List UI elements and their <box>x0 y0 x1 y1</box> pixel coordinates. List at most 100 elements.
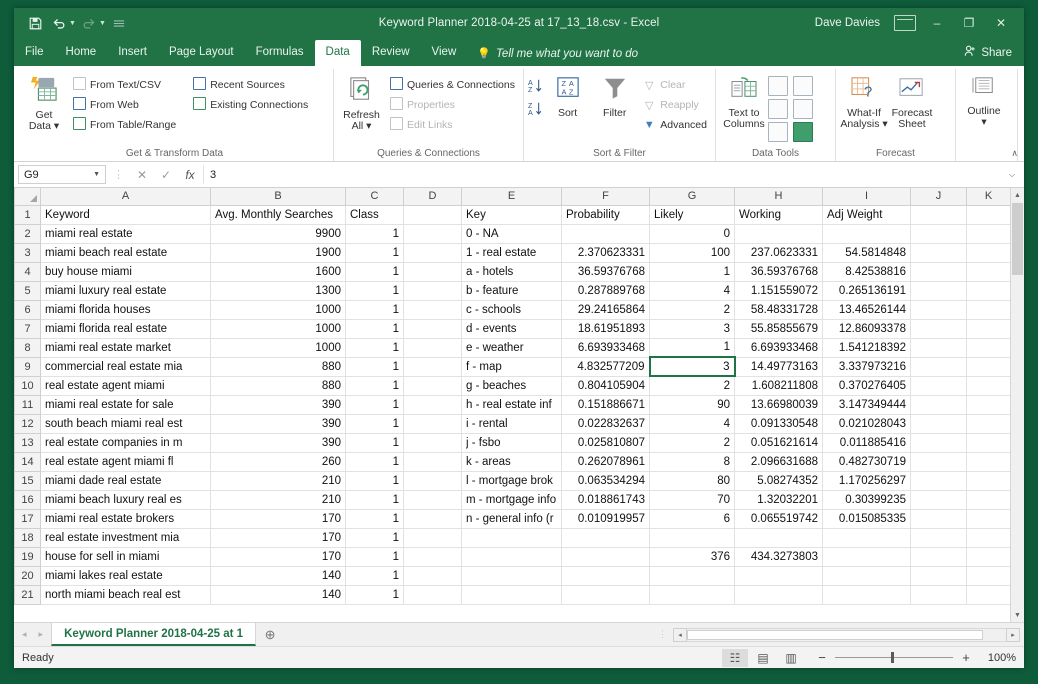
normal-view-icon[interactable]: ☷ <box>722 648 748 667</box>
cell-a10[interactable]: real estate agent miami <box>40 375 211 396</box>
cell-i12[interactable]: 0.021028043 <box>822 413 911 434</box>
cell-g7[interactable]: 3 <box>649 318 735 339</box>
cell-f6[interactable]: 29.24165864 <box>561 299 650 320</box>
cell-f3[interactable]: 2.370623331 <box>561 242 650 263</box>
cell-d19[interactable] <box>403 546 462 567</box>
cell-e11[interactable]: h - real estate inf <box>461 394 562 415</box>
cell-c10[interactable]: 1 <box>345 375 404 396</box>
zoom-in-button[interactable]: + <box>960 650 972 665</box>
column-header-b[interactable]: B <box>210 188 346 206</box>
cell-h1[interactable]: Working <box>734 204 823 225</box>
column-header-j[interactable]: J <box>910 188 967 206</box>
row-header-16[interactable]: 16 <box>14 489 41 510</box>
cell-c2[interactable]: 1 <box>345 223 404 244</box>
cell-b21[interactable]: 140 <box>210 584 346 605</box>
close-button[interactable]: ✕ <box>986 11 1016 35</box>
cell-d3[interactable] <box>403 242 462 263</box>
cell-g14[interactable]: 8 <box>649 451 735 472</box>
share-button[interactable]: Share <box>952 40 1024 66</box>
horizontal-scrollbar[interactable]: ⋮ ◂ ▸ <box>652 623 1024 646</box>
column-header-h[interactable]: H <box>734 188 823 206</box>
cell-c21[interactable]: 1 <box>345 584 404 605</box>
cell-f17[interactable]: 0.010919957 <box>561 508 650 529</box>
remove-duplicates-icon[interactable] <box>768 99 788 119</box>
cell-k14[interactable] <box>966 451 1011 472</box>
row-header-12[interactable]: 12 <box>14 413 41 434</box>
cell-a20[interactable]: miami lakes real estate <box>40 565 211 586</box>
tab-review[interactable]: Review <box>361 40 421 66</box>
cell-j21[interactable] <box>910 584 967 605</box>
cell-a15[interactable]: miami dade real estate <box>40 470 211 491</box>
cell-g3[interactable]: 100 <box>649 242 735 263</box>
cell-j11[interactable] <box>910 394 967 415</box>
cell-j9[interactable] <box>910 356 967 377</box>
cell-h3[interactable]: 237.0623331 <box>734 242 823 263</box>
cell-h17[interactable]: 0.065519742 <box>734 508 823 529</box>
cell-g4[interactable]: 1 <box>649 261 735 282</box>
sort-button[interactable]: ZAAZ Sort <box>544 72 591 119</box>
cell-h5[interactable]: 1.151559072 <box>734 280 823 301</box>
cell-a5[interactable]: miami luxury real estate <box>40 280 211 301</box>
cancel-entry-button[interactable]: ✕ <box>131 168 153 182</box>
row-header-13[interactable]: 13 <box>14 432 41 453</box>
cell-b3[interactable]: 1900 <box>210 242 346 263</box>
cell-f20[interactable] <box>561 565 650 586</box>
cell-b8[interactable]: 1000 <box>210 337 346 358</box>
cell-h9[interactable]: 14.49773163 <box>734 356 823 377</box>
cell-b13[interactable]: 390 <box>210 432 346 453</box>
row-header-2[interactable]: 2 <box>14 223 41 244</box>
cell-h4[interactable]: 36.59376768 <box>734 261 823 282</box>
cell-c7[interactable]: 1 <box>345 318 404 339</box>
cell-g2[interactable]: 0 <box>649 223 735 244</box>
cell-f15[interactable]: 0.063534294 <box>561 470 650 491</box>
cell-e2[interactable]: 0 - NA <box>461 223 562 244</box>
formula-input[interactable]: 3 <box>203 165 1002 184</box>
row-header-14[interactable]: 14 <box>14 451 41 472</box>
cell-h8[interactable]: 6.693933468 <box>734 337 823 358</box>
cell-j6[interactable] <box>910 299 967 320</box>
cell-g1[interactable]: Likely <box>649 204 735 225</box>
cell-j7[interactable] <box>910 318 967 339</box>
minimize-button[interactable]: – <box>922 11 952 35</box>
cell-e5[interactable]: b - feature <box>461 280 562 301</box>
cell-h16[interactable]: 1.32032201 <box>734 489 823 510</box>
cell-a11[interactable]: miami real estate for sale <box>40 394 211 415</box>
cell-f12[interactable]: 0.022832637 <box>561 413 650 434</box>
cell-d14[interactable] <box>403 451 462 472</box>
refresh-all-button[interactable]: Refresh All ▾ <box>338 72 385 132</box>
cell-f14[interactable]: 0.262078961 <box>561 451 650 472</box>
from-table-range-button[interactable]: From Table/Range <box>68 115 180 135</box>
cell-g10[interactable]: 2 <box>649 375 735 396</box>
cell-k17[interactable] <box>966 508 1011 529</box>
cell-g20[interactable] <box>649 565 735 586</box>
cell-h7[interactable]: 55.85855679 <box>734 318 823 339</box>
cell-j12[interactable] <box>910 413 967 434</box>
cell-h18[interactable] <box>734 527 823 548</box>
column-header-c[interactable]: C <box>345 188 404 206</box>
advanced-filter-button[interactable]: ▼ Advanced <box>638 115 711 135</box>
cell-c14[interactable]: 1 <box>345 451 404 472</box>
sheet-tab-keyword-planner[interactable]: Keyword Planner 2018-04-25 at 1 <box>51 623 257 646</box>
cell-d7[interactable] <box>403 318 462 339</box>
cell-i7[interactable]: 12.86093378 <box>822 318 911 339</box>
cell-f16[interactable]: 0.018861743 <box>561 489 650 510</box>
cell-f4[interactable]: 36.59376768 <box>561 261 650 282</box>
cell-e15[interactable]: l - mortgage brok <box>461 470 562 491</box>
data-validation-icon[interactable] <box>768 122 788 142</box>
cell-i21[interactable] <box>822 584 911 605</box>
row-header-8[interactable]: 8 <box>14 337 41 358</box>
cell-i1[interactable]: Adj Weight <box>822 204 911 225</box>
consolidate-icon[interactable] <box>793 122 813 142</box>
select-all-corner[interactable] <box>14 188 41 206</box>
cell-e12[interactable]: i - rental <box>461 413 562 434</box>
cell-e13[interactable]: j - fsbo <box>461 432 562 453</box>
cell-g19[interactable]: 376 <box>649 546 735 567</box>
row-header-15[interactable]: 15 <box>14 470 41 491</box>
cell-c1[interactable]: Class <box>345 204 404 225</box>
cell-d15[interactable] <box>403 470 462 491</box>
edit-links-button[interactable]: Edit Links <box>385 115 519 135</box>
sort-descending-icon[interactable]: ZA <box>528 101 544 120</box>
cell-a1[interactable]: Keyword <box>40 204 211 225</box>
cell-d17[interactable] <box>403 508 462 529</box>
cell-f5[interactable]: 0.287889768 <box>561 280 650 301</box>
